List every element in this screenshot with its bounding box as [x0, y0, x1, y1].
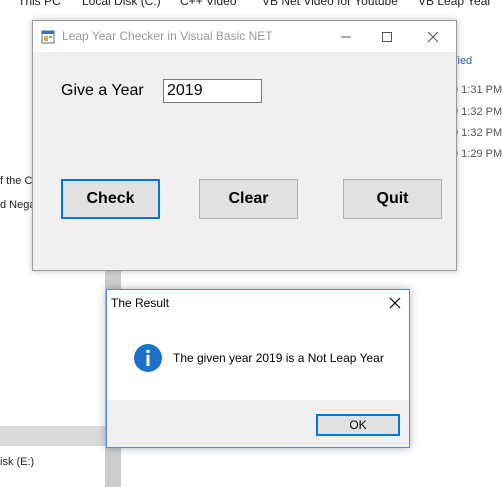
result-dialog: The Result The given year 2019 is a Not … [106, 289, 410, 448]
file-modified-time: 9 1:32 PM [452, 106, 502, 118]
breadcrumb-cpp-video[interactable]: C++ Video [180, 0, 237, 8]
close-icon [389, 297, 401, 309]
dialog-footer: OK [107, 400, 409, 447]
nav-item-fragment[interactable]: f the C [0, 175, 32, 187]
explorer-horizontal-scrollbar[interactable] [0, 426, 105, 446]
dialog-message: The given year 2019 is a Not Leap Year [173, 351, 384, 365]
breadcrumb-this-pc[interactable]: This PC [18, 0, 61, 8]
quit-button[interactable]: Quit [343, 179, 442, 219]
minimize-button[interactable] [323, 21, 369, 52]
close-icon [427, 31, 439, 42]
ok-button[interactable]: OK [316, 414, 400, 436]
minimize-icon [341, 36, 351, 37]
explorer-breadcrumb: This PC Local Disk (C:) C++ Video VB Net… [0, 0, 502, 10]
file-modified-time: 9 1:31 PM [452, 84, 502, 96]
info-icon [134, 344, 162, 372]
nav-item-drive-e[interactable]: isk (E:) [0, 456, 34, 468]
file-modified-time: 9 1:29 PM [452, 148, 502, 160]
dialog-close-button[interactable] [382, 292, 408, 314]
breadcrumb-vbnet-video[interactable]: VB Net Video for Youtube [262, 0, 398, 8]
check-button[interactable]: Check [61, 179, 160, 219]
breadcrumb-vb-leap-year[interactable]: VB Leap Year [418, 0, 491, 8]
maximize-icon [382, 31, 392, 42]
dialog-title: The Result [111, 296, 170, 310]
nav-item-fragment[interactable]: d Nega [0, 199, 35, 211]
close-button[interactable] [410, 21, 456, 52]
clear-button[interactable]: Clear [199, 179, 298, 219]
file-modified-time: 9 1:32 PM [452, 127, 502, 139]
breadcrumb-local-disk[interactable]: Local Disk (C:) [82, 0, 161, 8]
window-title: Leap Year Checker in Visual Basic NET [62, 29, 273, 43]
year-label: Give a Year [61, 82, 144, 99]
window-titlebar[interactable]: Leap Year Checker in Visual Basic NET [33, 21, 456, 52]
app-icon [41, 30, 55, 44]
maximize-button[interactable] [364, 21, 410, 52]
year-input[interactable] [163, 79, 262, 103]
leap-year-window: Leap Year Checker in Visual Basic NET Gi… [32, 20, 457, 271]
